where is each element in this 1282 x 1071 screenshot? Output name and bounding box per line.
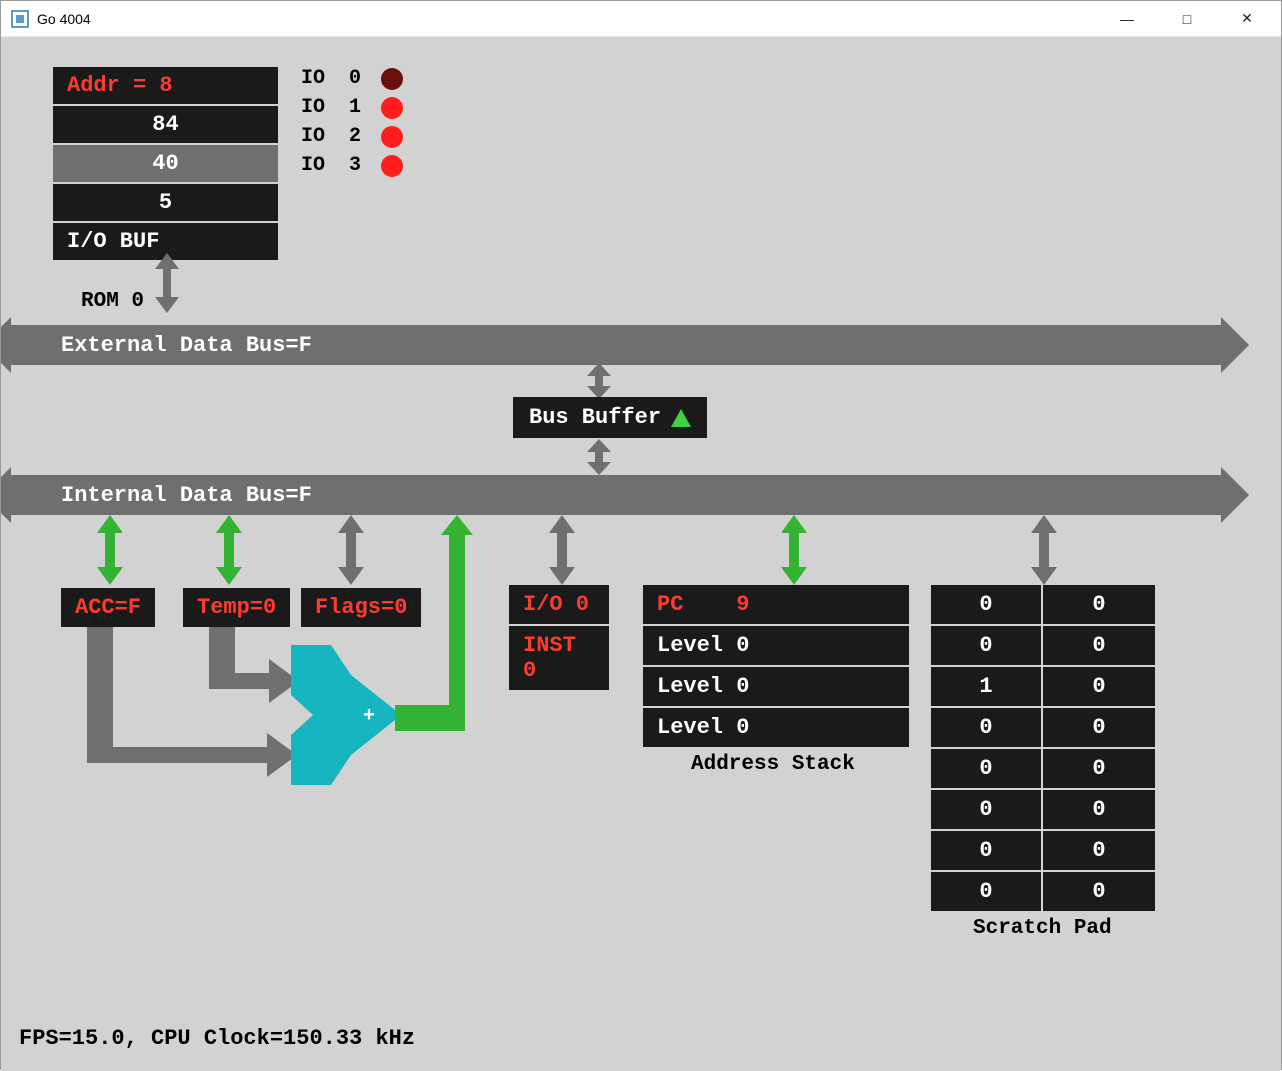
address-stack-label: Address Stack bbox=[691, 753, 855, 776]
addr-row-3: Level 0 bbox=[643, 708, 909, 747]
sp-3-1: 0 bbox=[1043, 708, 1155, 749]
status-footer: FPS=15.0, CPU Clock=150.33 kHz bbox=[19, 1026, 415, 1051]
arrow-bus-flags-icon bbox=[336, 515, 366, 585]
sp-6-1: 0 bbox=[1043, 831, 1155, 872]
addr-row-0: PC 9 bbox=[643, 585, 909, 626]
bus-buffer: Bus Buffer bbox=[513, 397, 707, 438]
sp-4-0: 0 bbox=[931, 749, 1043, 790]
maximize-button[interactable]: □ bbox=[1157, 1, 1217, 36]
io-led-1 bbox=[381, 97, 403, 119]
arrow-bus-temp-icon bbox=[214, 515, 244, 585]
addr-row-2: Level 0 bbox=[643, 667, 909, 708]
addr-row-1: Level 0 bbox=[643, 626, 909, 667]
io-led-0 bbox=[381, 68, 403, 90]
temp-alu-path bbox=[209, 627, 299, 703]
triangle-up-icon bbox=[671, 409, 691, 427]
arrow-bus-acc-icon bbox=[95, 515, 125, 585]
rom-name: ROM 0 bbox=[81, 290, 144, 313]
external-bus-label: External Data Bus=F bbox=[61, 333, 312, 358]
svg-text:+: + bbox=[363, 705, 375, 728]
diagram-canvas: Addr = 8 84 40 5 I/O BUF IO 0 IO 1 IO 2 … bbox=[1, 37, 1281, 1071]
rom-row-0: 84 bbox=[53, 106, 278, 145]
internal-bus: Internal Data Bus=F bbox=[11, 475, 1221, 515]
close-button[interactable]: ✕ bbox=[1217, 1, 1277, 36]
arrow-ext-busbuffer-icon bbox=[585, 363, 613, 399]
io-row-0: IO 0 bbox=[301, 67, 403, 90]
sp-1-0: 0 bbox=[931, 626, 1043, 667]
io-list: IO 0 IO 1 IO 2 IO 3 bbox=[301, 67, 403, 183]
sp-4-1: 0 bbox=[1043, 749, 1155, 790]
sp-2-0: 1 bbox=[931, 667, 1043, 708]
app-icon bbox=[11, 10, 29, 28]
sp-1-1: 0 bbox=[1043, 626, 1155, 667]
rom-row-1: 40 bbox=[53, 145, 278, 184]
bus-buffer-label: Bus Buffer bbox=[529, 405, 661, 430]
io-inst-stack: I/O 0 INST 0 bbox=[509, 585, 609, 690]
app-window: Go 4004 — □ ✕ Addr = 8 84 40 5 I/O BUF I… bbox=[0, 0, 1282, 1070]
titlebar: Go 4004 — □ ✕ bbox=[1, 1, 1281, 37]
io-label-2: IO 2 bbox=[301, 125, 381, 148]
alu-icon: + bbox=[291, 645, 401, 790]
window-title: Go 4004 bbox=[37, 11, 1097, 27]
address-stack: PC 9 Level 0 Level 0 Level 0 bbox=[643, 585, 909, 747]
sp-5-0: 0 bbox=[931, 790, 1043, 831]
arrow-bus-scratch-icon bbox=[1029, 515, 1059, 585]
rom-box: Addr = 8 84 40 5 I/O BUF bbox=[53, 67, 278, 260]
io-led-3 bbox=[381, 155, 403, 177]
alu-output-path bbox=[395, 515, 495, 745]
io-label-3: IO 3 bbox=[301, 154, 381, 177]
sp-3-0: 0 bbox=[931, 708, 1043, 749]
arrow-bus-addrstack-icon bbox=[779, 515, 809, 585]
sp-0-0: 0 bbox=[931, 585, 1043, 626]
io-box: I/O 0 bbox=[509, 585, 609, 624]
io-row-2: IO 2 bbox=[301, 125, 403, 148]
sp-5-1: 0 bbox=[1043, 790, 1155, 831]
window-controls: — □ ✕ bbox=[1097, 1, 1277, 36]
internal-bus-label: Internal Data Bus=F bbox=[61, 483, 312, 508]
io-row-3: IO 3 bbox=[301, 154, 403, 177]
temp-box: Temp=0 bbox=[183, 588, 290, 627]
io-row-1: IO 1 bbox=[301, 96, 403, 119]
sp-7-1: 0 bbox=[1043, 872, 1155, 913]
io-label-0: IO 0 bbox=[301, 67, 381, 90]
io-label-1: IO 1 bbox=[301, 96, 381, 119]
arrow-rom-bus-icon bbox=[153, 253, 181, 313]
external-bus: External Data Bus=F bbox=[11, 325, 1221, 365]
acc-box: ACC=F bbox=[61, 588, 155, 627]
arrow-busbuffer-int-icon bbox=[585, 439, 613, 475]
scratch-pad-label: Scratch Pad bbox=[973, 917, 1112, 940]
flags-box: Flags=0 bbox=[301, 588, 421, 627]
rom-row-2: 5 bbox=[53, 184, 278, 223]
sp-6-0: 0 bbox=[931, 831, 1043, 872]
sp-7-0: 0 bbox=[931, 872, 1043, 913]
rom-addr: Addr = 8 bbox=[53, 67, 278, 106]
sp-2-1: 0 bbox=[1043, 667, 1155, 708]
sp-0-1: 0 bbox=[1043, 585, 1155, 626]
arrow-bus-ioinst-icon bbox=[547, 515, 577, 585]
minimize-button[interactable]: — bbox=[1097, 1, 1157, 36]
io-led-2 bbox=[381, 126, 403, 148]
inst-box: INST 0 bbox=[509, 626, 609, 690]
scratch-pad: 00 00 10 00 00 00 00 00 bbox=[931, 585, 1155, 913]
